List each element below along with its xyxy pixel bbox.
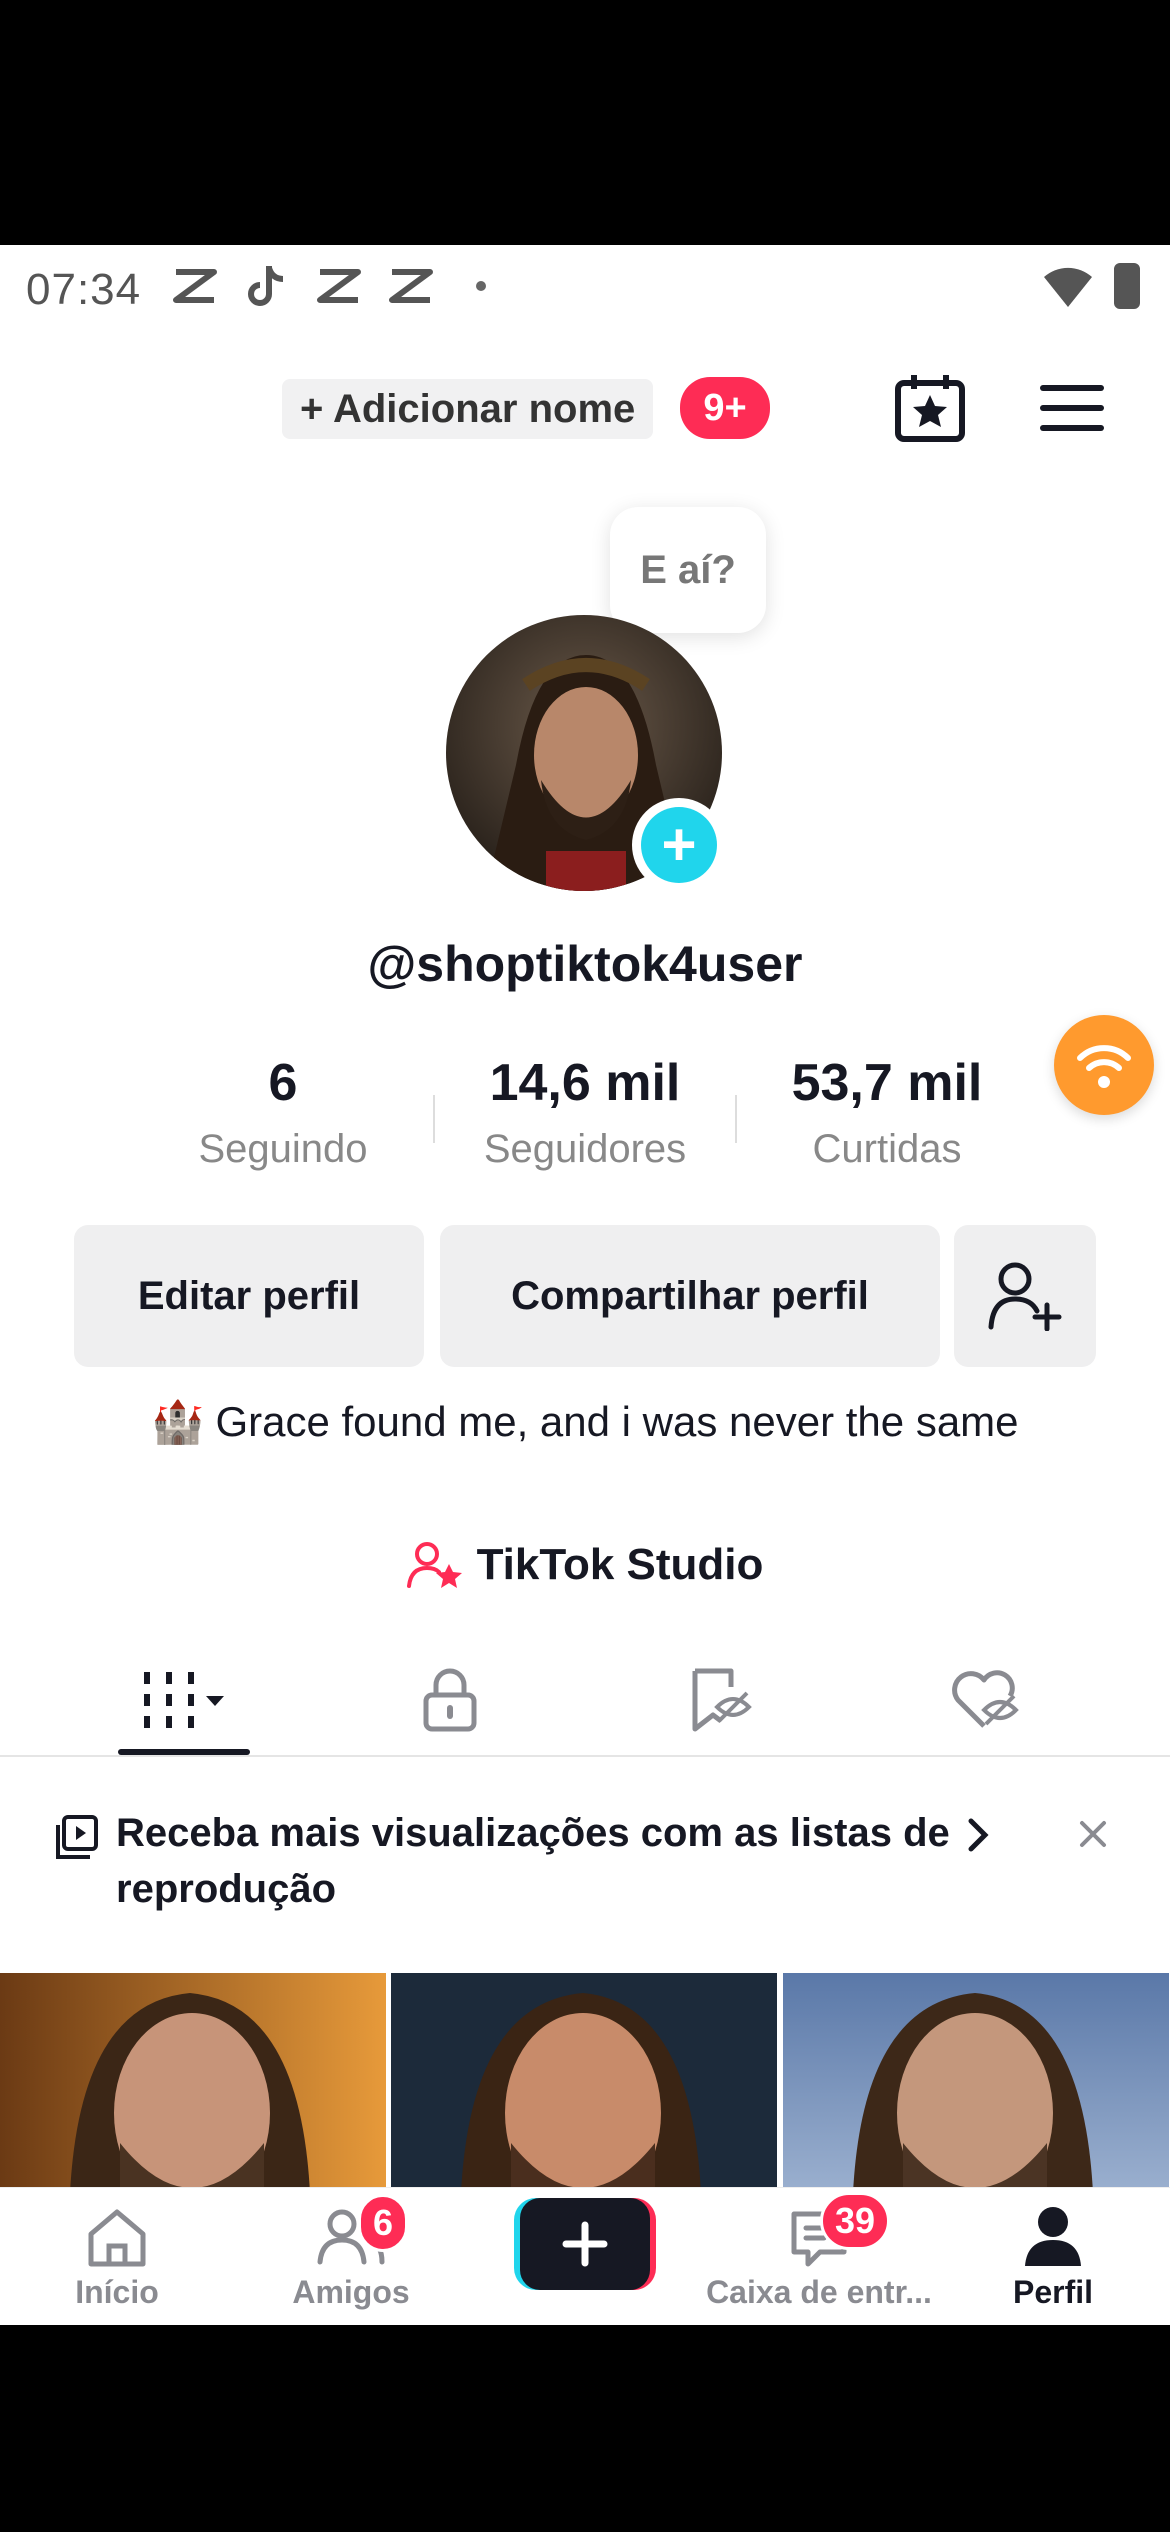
add-name-button[interactable]: + Adicionar nome xyxy=(282,379,654,439)
tab-videos[interactable] xyxy=(54,1645,314,1755)
active-tab-indicator xyxy=(118,1749,250,1755)
tab-private[interactable] xyxy=(320,1645,580,1755)
tab-saved[interactable] xyxy=(590,1645,850,1755)
capcut-icon xyxy=(170,261,220,311)
nav-inbox[interactable]: 39 Caixa de entr... xyxy=(702,2188,936,2325)
bio: 🏰 Grace found me, and i was never the sa… xyxy=(140,1393,1030,1451)
user-star-icon xyxy=(406,1542,462,1588)
heart-hidden-icon xyxy=(952,1670,1019,1728)
stat-followers[interactable]: 14,6 mil Seguidores xyxy=(435,1053,735,1172)
nav-label: Caixa de entr... xyxy=(706,2274,932,2310)
studio-label: TikTok Studio xyxy=(476,1540,764,1589)
add-user-icon xyxy=(988,1262,1062,1331)
notification-badge[interactable]: 9+ xyxy=(680,377,770,439)
plus-icon: + xyxy=(641,807,717,883)
nav-label: Perfil xyxy=(1012,2274,1094,2310)
status-bubble[interactable]: E aí? xyxy=(610,507,766,633)
status-time: 07:34 xyxy=(26,265,142,314)
chevron-right-icon[interactable] xyxy=(966,1817,990,1858)
username: @shoptiktok4user xyxy=(367,936,803,992)
status-notification-icons xyxy=(170,261,486,311)
stat-value: 6 xyxy=(268,1054,298,1112)
video-thumbnail[interactable] xyxy=(391,1973,778,2193)
floating-wifi-button[interactable] xyxy=(1054,1015,1154,1115)
nav-home[interactable]: Início xyxy=(0,2188,234,2325)
create-button[interactable] xyxy=(514,2198,656,2290)
grid-icon xyxy=(144,1672,224,1728)
nav-label: Amigos xyxy=(292,2274,410,2310)
home-icon xyxy=(88,2209,146,2267)
tiktok-icon xyxy=(242,261,292,311)
stat-label: Seguidores xyxy=(483,1127,687,1171)
nav-label: Início xyxy=(75,2274,159,2310)
more-notifications-dot xyxy=(476,281,486,291)
video-thumbnail[interactable] xyxy=(782,1973,1170,2193)
content-tabs xyxy=(0,1645,1170,1757)
menu-icon[interactable] xyxy=(1040,383,1104,438)
stat-value: 14,6 mil xyxy=(489,1054,681,1112)
share-profile-button[interactable]: Compartilhar perfil xyxy=(440,1225,940,1367)
bio-text: Grace found me, and i was never the same xyxy=(215,1398,1019,1445)
lock-icon xyxy=(423,1668,477,1732)
video-grid xyxy=(0,1973,1170,2193)
stat-label: Curtidas xyxy=(812,1127,962,1171)
playlist-icon xyxy=(54,1815,100,1866)
stat-label: Seguindo xyxy=(198,1127,368,1171)
stat-likes[interactable]: 53,7 mil Curtidas xyxy=(737,1053,1037,1172)
tab-liked[interactable] xyxy=(855,1645,1115,1755)
inbox-badge: 39 xyxy=(820,2192,891,2250)
add-avatar-button[interactable]: + xyxy=(632,798,726,892)
profile-icon xyxy=(1025,2207,1081,2266)
battery-icon xyxy=(1114,263,1140,309)
tiktok-studio-link[interactable]: TikTok Studio xyxy=(0,1540,1170,1590)
video-thumbnail[interactable] xyxy=(0,1973,387,2193)
stat-value: 53,7 mil xyxy=(791,1054,983,1112)
bookmark-hidden-icon xyxy=(692,1668,752,1732)
capcut-icon xyxy=(314,261,364,311)
close-icon[interactable] xyxy=(1078,1819,1108,1854)
capcut-icon xyxy=(386,261,436,311)
bio-emoji: 🏰 xyxy=(151,1398,204,1445)
profile-screen: 07:34 + Adicionar nome 9+ E aí? + @shopt… xyxy=(0,245,1170,2325)
calendar-star-icon[interactable] xyxy=(894,373,966,448)
banner-text: Receba mais visualizações com as listas … xyxy=(116,1811,950,1911)
nav-profile[interactable]: Perfil xyxy=(936,2188,1170,2325)
wifi-icon xyxy=(1042,265,1094,314)
wifi-icon xyxy=(1077,1045,1131,1088)
add-friend-button[interactable] xyxy=(954,1225,1096,1367)
friends-badge: 6 xyxy=(358,2194,409,2252)
plus-icon xyxy=(520,2198,650,2290)
bottom-navigation: Início 6 Amigos 39 Caixa de entr... Perf… xyxy=(0,2187,1170,2325)
edit-profile-button[interactable]: Editar perfil xyxy=(74,1225,424,1367)
nav-friends[interactable]: 6 Amigos xyxy=(234,2188,468,2325)
stat-following[interactable]: 6 Seguindo xyxy=(133,1053,433,1172)
